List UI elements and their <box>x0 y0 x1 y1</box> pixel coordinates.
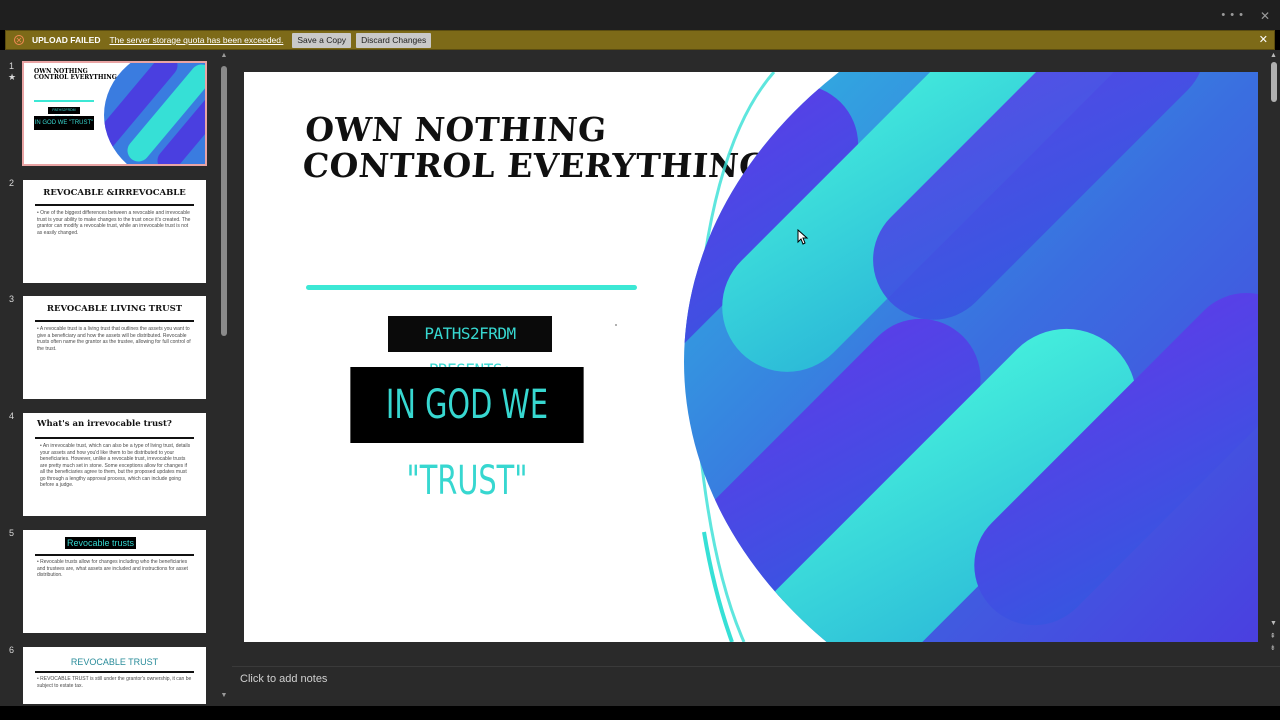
thumb-body: • Revocable trusts allow for changes inc… <box>37 559 188 578</box>
scroll-thumb[interactable] <box>1271 62 1277 102</box>
slide-thumbnail-1[interactable]: OWN NOTHING CONTROL EVERYTHING PATHS2FRD… <box>22 61 207 166</box>
slide-thumbnail-4[interactable]: What's an irrevocable trust? • An irrevo… <box>23 413 206 516</box>
slide-thumbnail-5[interactable]: Revocable trusts • Revocable trusts allo… <box>23 530 206 633</box>
slide-thumbnail-6[interactable]: REVOCABLE TRUST • REVOCABLE TRUST is sti… <box>23 647 206 704</box>
next-slide-icon[interactable]: ⇟ <box>1270 644 1276 652</box>
alert-message-link[interactable]: The server storage quota has been exceed… <box>109 35 283 45</box>
thumb-title: REVOCABLE TRUST <box>70 657 159 667</box>
scroll-down-icon[interactable]: ▼ <box>220 692 228 699</box>
slide-canvas[interactable]: OWN NOTHING CONTROL EVERYTHING PATHS2FRD… <box>244 72 1258 642</box>
thumb-accent-line <box>34 100 94 102</box>
slide-number: 2 <box>9 178 15 188</box>
mouse-pointer-icon <box>797 229 809 245</box>
notes-pane[interactable]: Click to add notes <box>232 666 1280 707</box>
trust-text-box[interactable]: IN GOD WE "TRUST" <box>350 367 584 504</box>
scroll-down-icon[interactable]: ▼ <box>1270 620 1277 627</box>
thumb-trust-box: IN GOD WE "TRUST" <box>34 116 94 130</box>
slide-number: 5 <box>9 528 15 538</box>
thumb-rule <box>35 320 194 322</box>
scroll-up-icon[interactable]: ▲ <box>1270 52 1277 59</box>
thumb-body: • A revocable trust is a living trust th… <box>37 326 191 352</box>
thumb-title: REVOCABLE &IRREVOCABLE <box>43 188 186 198</box>
upload-failed-banner: ✕ UPLOAD FAILED The server storage quota… <box>5 30 1275 50</box>
thumb-title: What's an irrevocable trust? <box>37 419 172 429</box>
slide-thumbnail-3[interactable]: REVOCABLE LIVING TRUST • A revocable tru… <box>23 296 206 399</box>
thumb-title: REVOCABLE LIVING TRUST <box>46 304 183 314</box>
slide-number: 4 <box>9 411 15 421</box>
slide-editor: OWN NOTHING CONTROL EVERYTHING PATHS2FRD… <box>234 50 1268 664</box>
thumb-title: Revocable trusts <box>65 537 137 549</box>
window-close-icon[interactable]: ✕ <box>1260 9 1270 23</box>
scroll-up-icon[interactable]: ▲ <box>220 52 228 59</box>
alert-title: UPLOAD FAILED <box>32 35 101 45</box>
close-icon[interactable]: ✕ <box>1259 33 1268 46</box>
save-copy-button[interactable]: Save a Copy <box>292 32 352 48</box>
workspace: 1 ★ OWN NOTHING CONTROL EVERYTHING PATHS… <box>0 50 1280 710</box>
prev-slide-icon[interactable]: ⇞ <box>1270 632 1276 640</box>
bottom-bar <box>0 706 1280 720</box>
accent-line <box>306 285 637 290</box>
thumbnail-scrollbar[interactable]: ▲ ▼ <box>220 52 228 702</box>
more-dots-icon[interactable]: • • • <box>1221 9 1244 21</box>
editor-scrollbar[interactable]: ▲ ▼ ⇞ ⇟ <box>1268 50 1280 664</box>
notes-placeholder[interactable]: Click to add notes <box>240 673 327 685</box>
thumb-rule <box>35 671 194 673</box>
thumb-rule <box>35 204 194 206</box>
thumb-body: • One of the biggest differences between… <box>37 210 191 236</box>
slide-thumbnail-2[interactable]: REVOCABLE &IRREVOCABLE • One of the bigg… <box>23 180 206 283</box>
slide-star-icon: ★ <box>8 72 17 82</box>
thumb-presents: PATHS2FRDM PRESENTS <box>48 107 80 119</box>
discard-changes-button[interactable]: Discard Changes <box>356 32 432 48</box>
thumb-body: • An irrevocable trust, which can also b… <box>40 443 191 488</box>
presents-label[interactable]: PATHS2FRDM PRESENTS: <box>388 316 552 379</box>
slide-number: 1 <box>9 61 15 71</box>
scroll-thumb[interactable] <box>221 66 227 336</box>
slide-number: 6 <box>9 645 15 655</box>
thumb-rule <box>35 437 194 439</box>
thumb-rule <box>35 554 194 556</box>
slide-number: 3 <box>9 294 15 304</box>
error-icon: ✕ <box>14 35 24 45</box>
thumb-body: • REVOCABLE TRUST is still under the gra… <box>37 676 192 689</box>
slide-thumbnail-pane: 1 ★ OWN NOTHING CONTROL EVERYTHING PATHS… <box>0 50 232 704</box>
thumb-art <box>104 63 205 164</box>
abstract-art-graphic <box>684 72 1258 642</box>
title-bar: • • • ✕ <box>0 0 1280 30</box>
stray-dot <box>615 324 617 326</box>
